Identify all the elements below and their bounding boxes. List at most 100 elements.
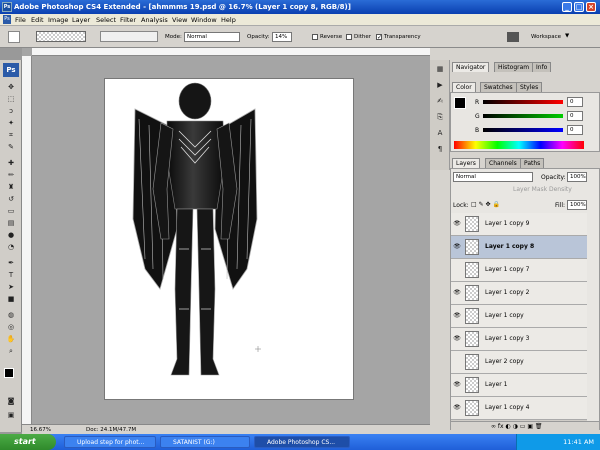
reverse-checkbox[interactable] — [312, 34, 318, 40]
menu-image[interactable]: Image — [48, 16, 68, 24]
bridge-icon[interactable] — [507, 32, 519, 42]
gradient-tool-icon[interactable]: ▤ — [5, 218, 17, 228]
layer-row[interactable]: Layer 1 copy 7 — [451, 259, 587, 282]
tab-histogram[interactable]: Histogram — [494, 62, 534, 72]
tab-styles[interactable]: Styles — [516, 82, 543, 92]
eye-icon[interactable]: 👁 — [453, 335, 461, 343]
marquee-tool-icon[interactable]: ⬚ — [5, 94, 17, 104]
start-button[interactable]: start — [0, 434, 56, 450]
layer-row[interactable]: 👁 Layer 1 copy 3 — [451, 328, 587, 351]
channel-g-input[interactable]: 0 — [567, 111, 583, 121]
eraser-tool-icon[interactable]: ▭ — [5, 206, 17, 216]
lock-icons[interactable]: □ ✎ ✥ 🔒 — [471, 201, 500, 208]
clone-source-panel-icon[interactable]: ⎘ — [434, 112, 446, 122]
screen-mode-icon[interactable]: ▣ — [5, 410, 17, 420]
menu-help[interactable]: Help — [221, 16, 236, 24]
channel-r-slider[interactable] — [483, 100, 563, 104]
horizontal-ruler[interactable] — [32, 48, 430, 56]
tab-paths[interactable]: Paths — [520, 158, 545, 168]
menu-edit[interactable]: Edit — [31, 16, 44, 24]
paragraph-panel-icon[interactable]: ¶ — [434, 144, 446, 154]
eye-icon[interactable]: 👁 — [453, 404, 461, 412]
menu-view[interactable]: View — [172, 16, 187, 24]
transparency-checkbox[interactable]: ✓ — [376, 34, 382, 41]
lasso-tool-icon[interactable]: ↄ — [5, 106, 17, 116]
eye-icon[interactable]: 👁 — [453, 381, 461, 389]
path-selection-icon[interactable]: ➤ — [5, 282, 17, 292]
taskbar-item-photoshop[interactable]: Adobe Photoshop CS... — [254, 436, 350, 448]
menu-file[interactable]: File — [15, 16, 26, 24]
vertical-ruler[interactable] — [22, 56, 32, 424]
magic-wand-icon[interactable]: ✦ — [5, 118, 17, 128]
tab-info[interactable]: Info — [532, 62, 552, 72]
document-canvas[interactable] — [104, 78, 354, 400]
layer-opacity-input[interactable]: 100% — [567, 172, 587, 182]
fill-input[interactable]: 100% — [567, 200, 587, 210]
workspace-chevron-icon[interactable]: ▼ — [565, 33, 569, 39]
layer-row[interactable]: 👁 Layer 1 copy 2 — [451, 282, 587, 305]
eye-icon[interactable]: 👁 — [453, 220, 461, 228]
ps-menu-icon[interactable]: Ps — [3, 15, 11, 24]
tray-clock[interactable]: 11:41 AM — [563, 438, 594, 446]
eye-icon[interactable]: 👁 — [453, 243, 461, 251]
menu-window[interactable]: Window — [191, 16, 217, 24]
menu-filter[interactable]: Filter — [120, 16, 136, 24]
zoom-tool-icon[interactable]: ⌕ — [5, 346, 17, 356]
opacity-input[interactable]: 14% — [272, 32, 292, 42]
maximize-button[interactable]: □ — [574, 2, 584, 12]
eye-icon[interactable]: 👁 — [453, 312, 461, 320]
close-button[interactable]: × — [586, 2, 596, 12]
channel-b-input[interactable]: 0 — [567, 125, 583, 135]
color-spectrum-bar[interactable] — [454, 141, 584, 149]
brush-tool-icon[interactable]: ✏ — [5, 170, 17, 180]
type-tool-icon[interactable]: T — [5, 270, 17, 280]
channel-b-slider[interactable] — [483, 128, 563, 132]
layer-row[interactable]: 👁 Layer 1 copy 4 — [451, 397, 587, 420]
layer-row-selected[interactable]: 👁 Layer 1 copy 8 — [451, 236, 587, 259]
history-brush-icon[interactable]: ↺ — [5, 194, 17, 204]
taskbar-item-explorer[interactable]: SATANIST (G:) — [160, 436, 250, 448]
quick-mask-icon[interactable]: ◙ — [5, 396, 17, 406]
3d-orbit-icon[interactable]: ◎ — [5, 322, 17, 332]
layer-row[interactable]: Layer 2 copy — [451, 351, 587, 374]
minimize-button[interactable]: _ — [562, 2, 572, 12]
brushes-panel-icon[interactable]: ✍ — [434, 96, 446, 106]
3d-rotate-icon[interactable]: ◍ — [5, 310, 17, 320]
channel-r-input[interactable]: 0 — [567, 97, 583, 107]
character-panel-icon[interactable]: A — [434, 128, 446, 138]
layer-row[interactable]: 👁 Layer 1 copy 9 — [451, 213, 587, 236]
menu-analysis[interactable]: Analysis — [141, 16, 168, 24]
blend-mode-select[interactable]: Normal — [453, 172, 533, 182]
gradient-tool-preset-icon[interactable] — [8, 31, 20, 43]
mode-select[interactable]: Normal — [184, 32, 240, 42]
taskbar-item-browser[interactable]: Upload step for phot... — [64, 436, 156, 448]
layers-footer-buttons[interactable]: ∞ fx ◐ ◑ ▭ ▣ 🗑 — [451, 421, 599, 431]
eye-icon[interactable]: 👁 — [453, 289, 461, 297]
eye-hidden[interactable] — [453, 358, 461, 366]
workspace-menu[interactable]: Workspace — [531, 34, 561, 40]
zoom-level[interactable]: 16.67% — [30, 427, 51, 433]
layer-row[interactable]: 👁 Layer 1 copy — [451, 305, 587, 328]
healing-brush-icon[interactable]: ✚ — [5, 158, 17, 168]
foreground-color-swatch[interactable] — [4, 368, 14, 378]
channel-g-slider[interactable] — [483, 114, 563, 118]
tab-layers[interactable]: Layers — [452, 158, 480, 168]
crop-tool-icon[interactable]: ⌗ — [5, 130, 17, 140]
blur-tool-icon[interactable]: ● — [5, 230, 17, 240]
history-panel-icon[interactable]: ▦ — [434, 64, 446, 74]
move-tool-icon[interactable]: ✥ — [5, 82, 17, 92]
gradient-type-buttons[interactable] — [100, 31, 158, 42]
menu-select[interactable]: Select — [96, 16, 116, 24]
eye-hidden[interactable] — [453, 266, 461, 274]
tab-swatches[interactable]: Swatches — [480, 82, 517, 92]
menu-layer[interactable]: Layer — [72, 16, 90, 24]
tab-channels[interactable]: Channels — [485, 158, 521, 168]
dodge-tool-icon[interactable]: ◔ — [5, 242, 17, 252]
tab-color[interactable]: Color — [452, 82, 476, 92]
shape-tool-icon[interactable]: ■ — [5, 294, 17, 304]
tab-navigator[interactable]: Navigator — [452, 62, 490, 72]
pen-tool-icon[interactable]: ✒ — [5, 258, 17, 268]
hand-tool-icon[interactable]: ✋ — [5, 334, 17, 344]
layer-row[interactable]: 👁 Layer 1 — [451, 374, 587, 397]
actions-panel-icon[interactable]: ▶ — [434, 80, 446, 90]
